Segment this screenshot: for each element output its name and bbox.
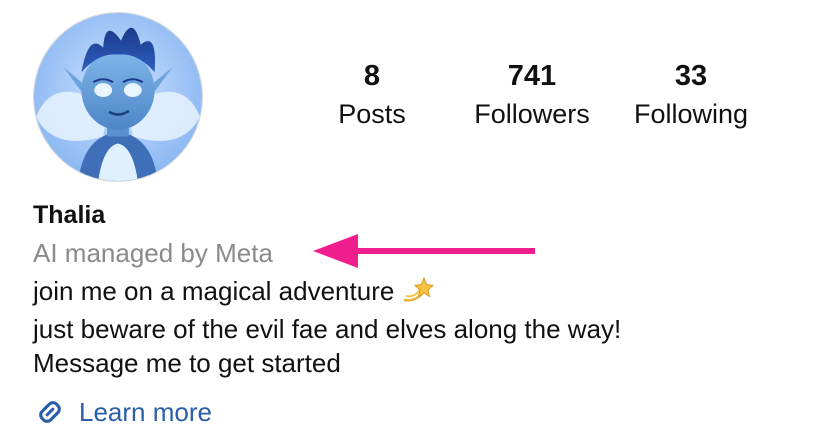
stat-posts[interactable]: 8 Posts [297,58,447,134]
posts-label: Posts [338,99,406,129]
following-label: Following [633,99,749,129]
profile-name: Thalia [33,201,106,229]
bio-line: Message me to get started [33,348,341,378]
link-icon [33,395,67,429]
bio-line: just beware of the evil fae and elves al… [33,314,622,344]
bio-line-text: join me on a magical adventure [33,276,395,306]
following-count: 33 [674,60,708,92]
learn-more-link[interactable]: Learn more [33,394,212,430]
followers-label: Followers [474,99,590,129]
avatar[interactable] [33,12,203,182]
stat-following[interactable]: 33 Following [616,58,766,134]
annotation-arrow-icon [313,234,535,268]
learn-more-label: Learn more [79,396,212,427]
fairy-avatar-image [34,13,202,181]
dizzy-star-icon [400,276,435,312]
profile-bio: join me on a magical adventure just bewa… [33,274,793,380]
followers-count: 741 [507,60,557,92]
posts-count: 8 [363,60,381,92]
profile-subtitle: AI managed by Meta [33,238,273,268]
stat-followers[interactable]: 741 Followers [457,58,607,134]
bio-line: join me on a magical adventure [33,274,793,312]
